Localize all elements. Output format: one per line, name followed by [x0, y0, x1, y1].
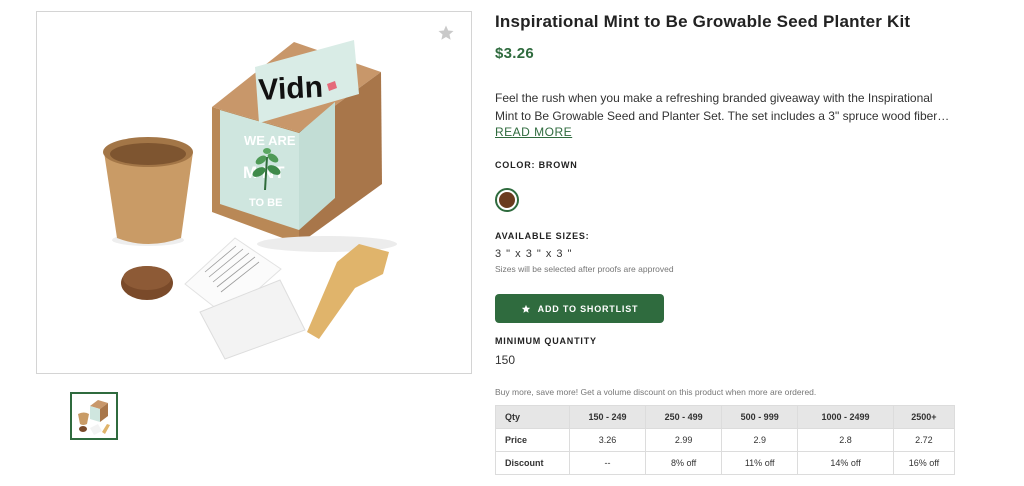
sizes-label: AVAILABLE SIZES:	[495, 231, 590, 241]
minimum-quantity-value: 150	[495, 353, 516, 367]
table-header-cell: Qty	[495, 405, 570, 429]
table-row-price: Price 3.26 2.99 2.9 2.8 2.72	[495, 428, 956, 452]
thumbnail-photo	[78, 400, 110, 435]
fiber-pot-inside	[110, 143, 186, 165]
favorite-star-icon[interactable]	[437, 24, 455, 42]
product-thumbnail[interactable]	[70, 392, 118, 440]
table-header-cell: 500 - 999	[721, 405, 799, 429]
table-row-discount: Discount -- 8% off 11% off 14% off 16% o…	[495, 451, 956, 475]
table-header-cell: 2500+	[892, 405, 956, 429]
sizes-value: 3 " x 3 " x 3 "	[495, 248, 573, 260]
add-to-shortlist-button[interactable]: ADD TO SHORTLIST	[495, 294, 664, 323]
product-title: Inspirational Mint to Be Growable Seed P…	[495, 12, 911, 31]
box-logo: Vidn	[258, 71, 324, 107]
table-cell: 14% off	[797, 451, 894, 475]
table-cell: Discount	[495, 451, 570, 475]
read-more-link[interactable]: READ MORE	[495, 125, 572, 139]
color-label: COLOR: BROWN	[495, 160, 578, 170]
table-cell: 16% off	[892, 451, 956, 475]
product-photo: Vidn WE ARE M NT TO BE	[103, 40, 397, 360]
box-text-1: WE ARE	[244, 133, 296, 148]
table-header-row: Qty 150 - 249 250 - 499 500 - 999 1000 -…	[495, 405, 956, 429]
table-cell: --	[568, 451, 647, 475]
product-description: Feel the rush when you make a refreshing…	[495, 91, 950, 123]
table-cell: 11% off	[721, 451, 799, 475]
sizes-note: Sizes will be selected after proofs are …	[495, 264, 674, 274]
table-cell: 8% off	[645, 451, 723, 475]
volume-discount-note: Buy more, save more! Get a volume discou…	[495, 387, 817, 397]
wooden-plant-marker	[307, 244, 389, 339]
table-header-cell: 1000 - 2499	[797, 405, 894, 429]
table-cell: 3.26	[568, 428, 647, 452]
product-price: $3.26	[495, 45, 535, 62]
table-cell: 2.72	[892, 428, 956, 452]
soil-disc-top	[123, 266, 171, 290]
box-text-3: TO BE	[249, 197, 282, 209]
table-header-cell: 150 - 249	[568, 405, 647, 429]
table-cell: Price	[495, 428, 570, 452]
table-cell: 2.8	[797, 428, 894, 452]
table-cell: 2.99	[645, 428, 723, 452]
shortlist-label: ADD TO SHORTLIST	[537, 303, 639, 314]
color-swatch-brown[interactable]	[495, 188, 519, 212]
swatch-fill	[499, 192, 515, 208]
volume-pricing-table: Qty 150 - 249 250 - 499 500 - 999 1000 -…	[495, 405, 956, 475]
product-main-image[interactable]: Vidn WE ARE M NT TO BE	[36, 11, 472, 374]
table-header-cell: 250 - 499	[645, 405, 723, 429]
star-icon	[521, 304, 530, 313]
minimum-quantity-label: MINIMUM QUANTITY	[495, 336, 597, 346]
table-cell: 2.9	[721, 428, 799, 452]
